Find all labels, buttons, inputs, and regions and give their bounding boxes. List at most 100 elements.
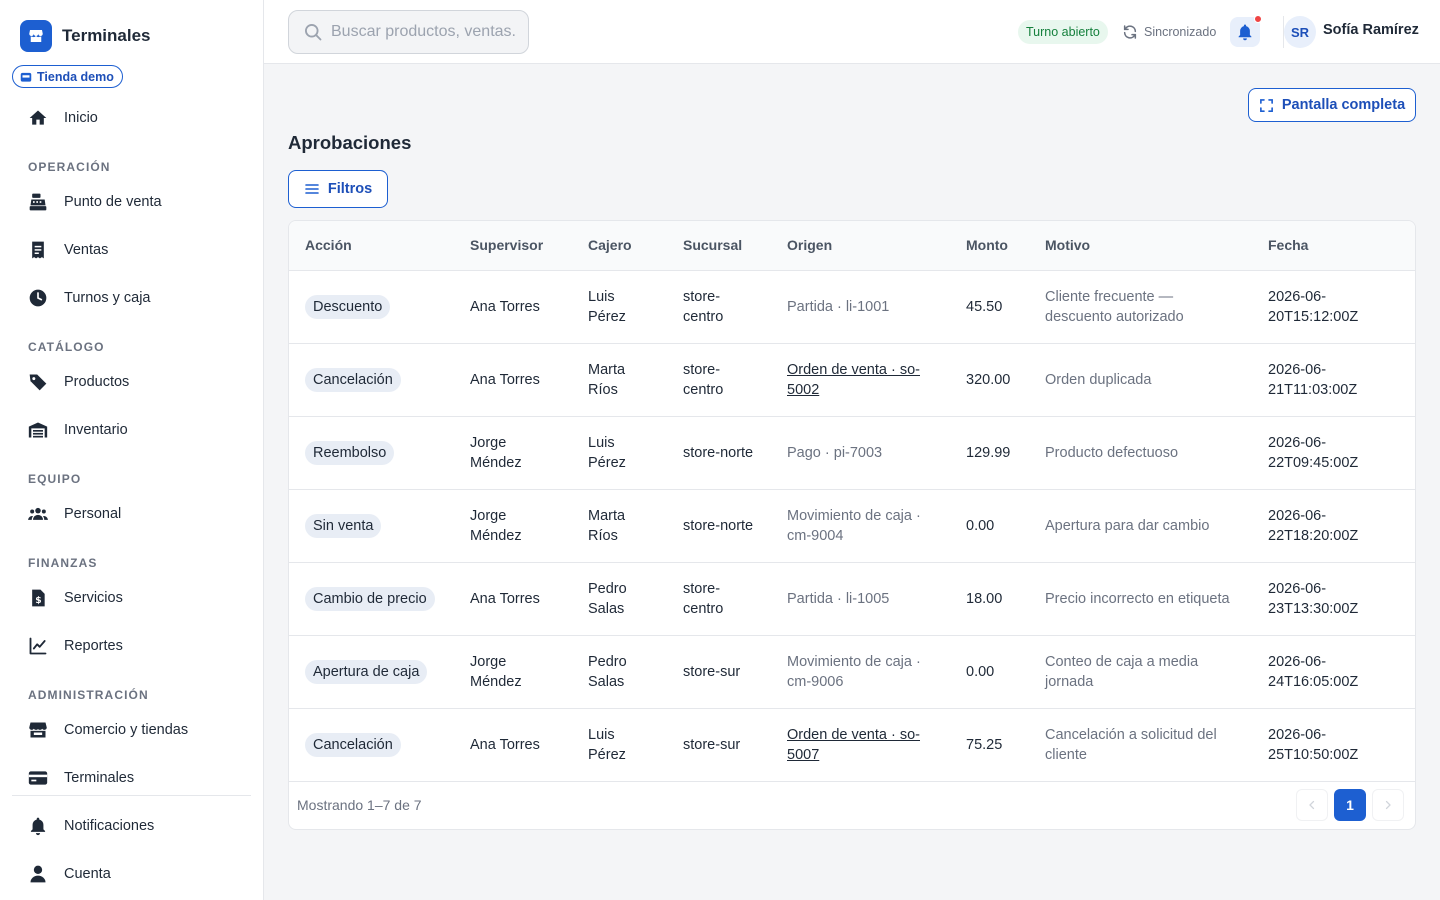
- cell-action: Cancelación: [289, 708, 454, 782]
- nav-item-products[interactable]: Productos: [28, 368, 129, 396]
- warehouse-icon: [28, 420, 48, 440]
- cell-supervisor: Ana Torres: [454, 708, 572, 782]
- cell-date: 2026-06-24T16:05:00Z: [1252, 635, 1415, 709]
- column-header-origin[interactable]: Origen: [771, 221, 950, 271]
- bell-icon: [1238, 24, 1252, 41]
- nav-item-inventory[interactable]: Inventario: [28, 416, 128, 444]
- filters-button[interactable]: Filtros: [288, 170, 388, 208]
- action-chip: Reembolso: [305, 440, 395, 465]
- cell-amount: 75.25: [950, 708, 1029, 782]
- action-chip: Descuento: [305, 294, 391, 319]
- store-name: Tienda demo: [37, 69, 114, 84]
- cell-cashier: Luis Pérez: [572, 708, 667, 782]
- cell-action: Apertura de caja: [289, 635, 454, 709]
- user-name[interactable]: Sofía Ramírez: [1323, 22, 1419, 38]
- column-header-cashier[interactable]: Cajero: [572, 221, 667, 271]
- cell-origin: Partida · li-1001: [771, 270, 950, 344]
- table-row[interactable]: Cancelación Ana Torres Luis Pérez store-sur…: [289, 708, 1415, 782]
- previous-page-button[interactable]: [1296, 789, 1328, 821]
- nav-item-staff[interactable]: Personal: [28, 500, 121, 528]
- nav-item-stores[interactable]: Comercio y tiendas: [28, 716, 188, 744]
- cell-reason: Apertura para dar cambio: [1029, 489, 1252, 563]
- cell-branch: store-sur: [667, 635, 771, 709]
- cell-amount: 129.99: [950, 416, 1029, 490]
- cell-branch: store-centro: [667, 270, 771, 344]
- action-chip: Cancelación: [305, 367, 401, 392]
- nav-item-reports[interactable]: Reportes: [28, 632, 123, 660]
- table-row[interactable]: Cancelación Ana Torres Marta Ríos store-cen…: [289, 343, 1415, 417]
- nav-item-sales[interactable]: Ventas: [28, 236, 108, 264]
- filters-label: Filtros: [327, 181, 373, 197]
- table-footer: Mostrando 1–7 de 7 1: [289, 781, 1415, 829]
- table-row[interactable]: Reembolso Jorge Méndez Luis Pérez store-nor…: [289, 416, 1415, 490]
- nav-section-operation: OPERACIÓN: [28, 160, 111, 174]
- search-icon: [305, 24, 322, 41]
- cell-date: 2026-06-25T10:50:00Z: [1252, 708, 1415, 782]
- sync-status[interactable]: Sincronizado: [1122, 20, 1216, 44]
- table-row[interactable]: Apertura de caja Jorge Méndez Pedro Salas s…: [289, 635, 1415, 709]
- table-row[interactable]: Descuento Ana Torres Luis Pérez store-centr…: [289, 270, 1415, 344]
- nav-item-home[interactable]: Inicio: [28, 104, 98, 132]
- cell-supervisor: Jorge Méndez: [454, 489, 572, 563]
- cell-action: Sin venta: [289, 489, 454, 563]
- nav-label: Reportes: [64, 638, 123, 654]
- store-logo-icon: [20, 20, 52, 52]
- page-button-current[interactable]: 1: [1334, 789, 1366, 821]
- nav-label: Comercio y tiendas: [64, 722, 189, 738]
- column-header-amount[interactable]: Monto: [950, 221, 1029, 271]
- chevron-right-icon: [1385, 800, 1391, 810]
- search-input[interactable]: [331, 23, 516, 41]
- column-header-supervisor[interactable]: Supervisor: [454, 221, 572, 271]
- table-row[interactable]: Sin venta Jorge Méndez Marta Ríos store-nor…: [289, 489, 1415, 563]
- sidebar: Terminales Tienda demo Inicio OPERACIÓN …: [0, 0, 264, 900]
- search-box[interactable]: [288, 10, 529, 54]
- cell-origin: Partida · li-1005: [771, 562, 950, 636]
- nav-item-pos[interactable]: Punto de venta: [28, 188, 162, 216]
- nav-label: Cuenta: [64, 866, 111, 882]
- tag-icon: [28, 372, 48, 392]
- nav-label: Productos: [64, 374, 130, 390]
- avatar[interactable]: SR: [1284, 16, 1316, 48]
- origin-link[interactable]: Orden de venta · so-5007: [787, 727, 920, 763]
- cell-origin: Pago · pi-7003: [771, 416, 950, 490]
- column-header-action[interactable]: Acción: [289, 221, 454, 271]
- cell-reason: Producto defectuoso: [1029, 416, 1252, 490]
- column-header-reason[interactable]: Motivo: [1029, 221, 1252, 271]
- origin-link[interactable]: Orden de venta · so-5002: [787, 362, 920, 398]
- sync-icon: [1123, 25, 1137, 39]
- cell-reason: Cancelación a solicitud del cliente: [1029, 708, 1252, 782]
- nav-item-shifts[interactable]: Turnos y caja: [28, 284, 151, 312]
- menu-lines-icon: [305, 184, 319, 194]
- nav-item-services[interactable]: $ Servicios: [28, 584, 123, 612]
- expand-icon: [1259, 98, 1273, 112]
- invoice-dollar-icon: $: [28, 588, 48, 608]
- notifications-button[interactable]: [1230, 15, 1262, 47]
- nav-item-terminals[interactable]: Terminales: [28, 764, 134, 792]
- cell-cashier: Marta Ríos: [572, 489, 667, 563]
- app-name: Terminales: [62, 26, 151, 45]
- table-row[interactable]: Cambio de precio Ana Torres Pedro Salas sto…: [289, 562, 1415, 636]
- nav-item-account[interactable]: Cuenta: [28, 860, 111, 888]
- nav-item-notifications[interactable]: Notificaciones: [28, 812, 154, 840]
- column-header-branch[interactable]: Sucursal: [667, 221, 771, 271]
- cell-cashier: Luis Pérez: [572, 270, 667, 344]
- cell-branch: store-norte: [667, 416, 771, 490]
- table-header-row: Acción Supervisor Cajero Sucursal Origen…: [289, 221, 1415, 271]
- action-chip: Sin venta: [305, 513, 382, 538]
- next-page-button[interactable]: [1372, 789, 1404, 821]
- brand[interactable]: Terminales: [20, 20, 151, 52]
- store-selector[interactable]: Tienda demo: [12, 65, 123, 88]
- cell-branch: store-sur: [667, 708, 771, 782]
- user-icon: [28, 864, 48, 884]
- nav-label: Ventas: [64, 242, 109, 258]
- cell-supervisor: Jorge Méndez: [454, 416, 572, 490]
- cell-origin: Movimiento de caja · cm-9004: [771, 489, 950, 563]
- cell-date: 2026-06-21T11:03:00Z: [1252, 343, 1415, 417]
- nav-section-finance: FINANZAS: [28, 556, 98, 570]
- cell-amount: 18.00: [950, 562, 1029, 636]
- receipt-icon: [28, 240, 48, 260]
- fullscreen-button[interactable]: Pantalla completa: [1248, 88, 1416, 122]
- column-header-date[interactable]: Fecha: [1252, 221, 1415, 271]
- store-icon: [20, 72, 32, 82]
- users-icon: [28, 504, 48, 524]
